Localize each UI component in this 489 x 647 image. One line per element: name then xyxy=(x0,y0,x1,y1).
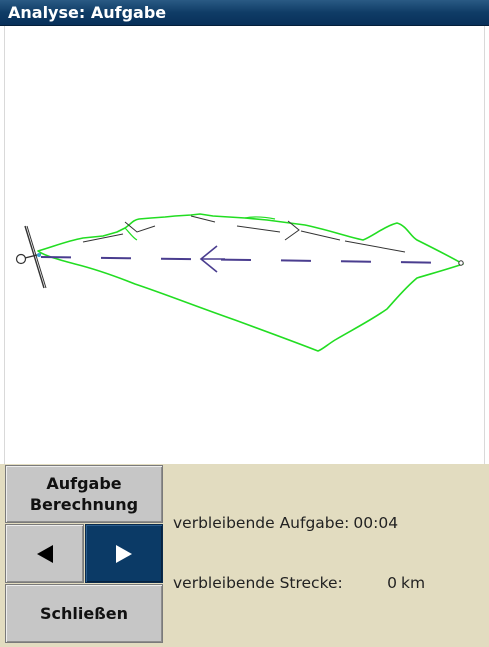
task-info: verbleibende Aufgabe: 00:04 verbleibende… xyxy=(173,473,425,633)
task-calculation-label-line1: Aufgabe xyxy=(46,474,122,493)
flight-trace xyxy=(37,213,464,352)
remaining-task-row: verbleibende Aufgabe: 00:04 xyxy=(173,513,425,533)
close-button[interactable]: Schließen xyxy=(5,584,163,643)
triangle-left-icon xyxy=(36,544,53,563)
remaining-task-label: verbleibende Aufgabe: xyxy=(173,514,350,532)
remaining-distance-label: verbleibende Strecke: xyxy=(173,574,343,592)
bottom-panel: Aufgabe Berechnung Schließen verbleibend… xyxy=(0,464,489,647)
next-button[interactable] xyxy=(85,524,163,583)
task-calculation-label-line2: Berechnung xyxy=(29,495,139,514)
analysis-window: Analyse: Aufgabe Aufgabe Berechnung Schl… xyxy=(0,0,489,647)
window-title: Analyse: Aufgabe xyxy=(8,3,167,22)
track-segments xyxy=(82,215,406,253)
remaining-distance-value: 0 xyxy=(387,574,397,592)
task-calculation-button[interactable]: Aufgabe Berechnung xyxy=(5,465,163,523)
triangle-right-icon xyxy=(116,544,132,563)
turnpoint-marker-icon xyxy=(458,260,464,266)
title-bar: Analyse: Aufgabe xyxy=(0,0,489,26)
remaining-task-value: 00:04 xyxy=(353,514,399,532)
previous-button[interactable] xyxy=(5,524,84,583)
remaining-distance-row: verbleibende Strecke: 0 km xyxy=(173,573,425,593)
remaining-distance-unit: km xyxy=(401,574,426,592)
task-line xyxy=(40,256,462,264)
close-button-label: Schließen xyxy=(40,604,128,623)
task-map-canvas xyxy=(15,213,464,352)
task-map[interactable] xyxy=(4,26,485,464)
